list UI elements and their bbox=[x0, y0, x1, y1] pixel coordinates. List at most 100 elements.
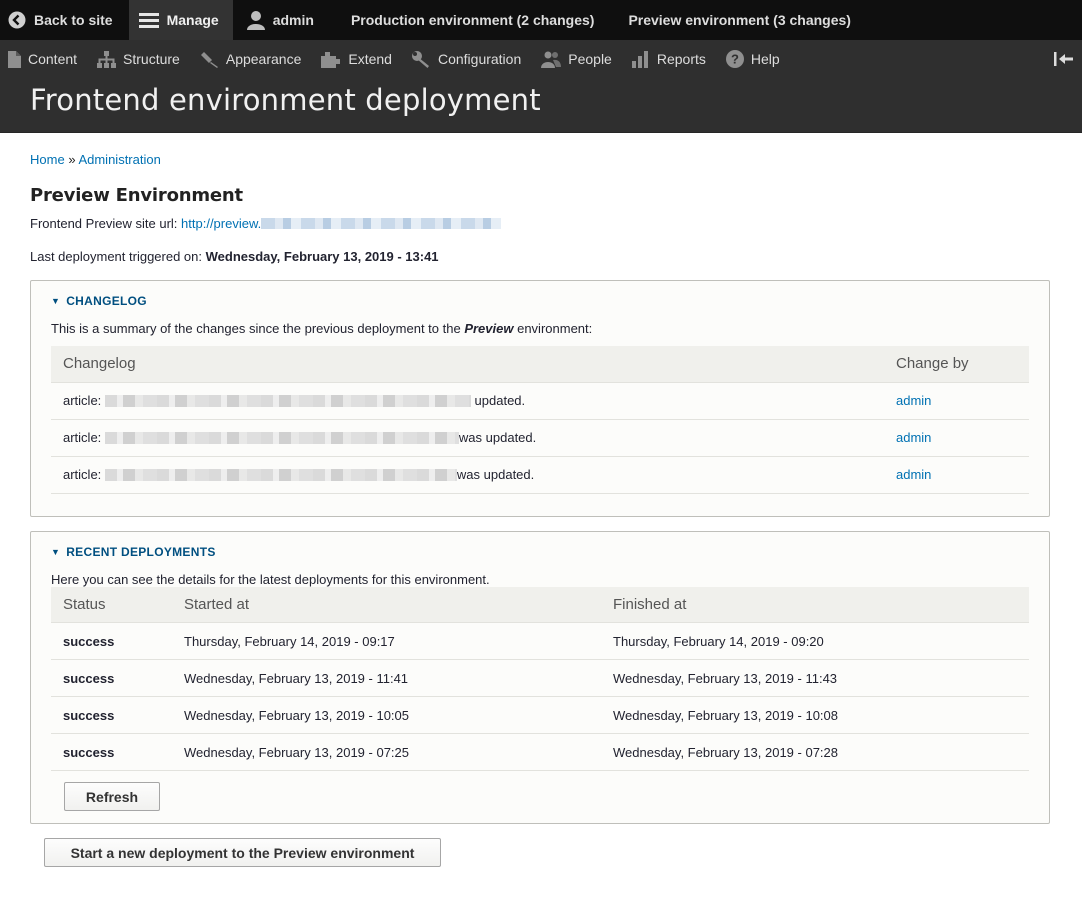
finished-at-cell: Wednesday, February 13, 2019 - 11:43 bbox=[601, 659, 1029, 697]
hamburger-icon bbox=[138, 12, 159, 28]
back-to-site-label: Back to site bbox=[34, 12, 113, 28]
tray-label: Appearance bbox=[225, 51, 302, 67]
table-row: article: was updated. admin bbox=[51, 419, 1029, 457]
last-deployment-label: Last deployment triggered on: bbox=[30, 249, 202, 264]
change-by-cell: admin bbox=[884, 419, 1029, 457]
tray-item-help[interactable]: ? Help bbox=[718, 50, 792, 68]
back-arrow-icon bbox=[8, 11, 26, 29]
breadcrumb: Home » Administration bbox=[30, 152, 1052, 167]
manage-tab[interactable]: Manage bbox=[128, 0, 233, 40]
tray-item-content[interactable]: Content bbox=[0, 50, 89, 68]
tray-item-people[interactable]: People bbox=[533, 51, 624, 68]
status-cell: success bbox=[51, 733, 172, 771]
started-at-cell: Wednesday, February 13, 2019 - 11:41 bbox=[172, 659, 601, 697]
column-header-change-by: Change by bbox=[884, 346, 1029, 383]
column-header-started-at: Started at bbox=[172, 586, 601, 623]
bar-chart-icon bbox=[631, 50, 650, 68]
site-url-line: Frontend Preview site url: http://previe… bbox=[30, 216, 1052, 231]
changelog-prefix: article: bbox=[63, 467, 102, 482]
tray-label: Extend bbox=[348, 51, 392, 67]
table-row: success Wednesday, February 13, 2019 - 1… bbox=[51, 659, 1029, 697]
description-env: Preview bbox=[464, 321, 514, 336]
manage-label: Manage bbox=[166, 12, 219, 28]
tray-label: Structure bbox=[123, 51, 180, 67]
change-by-cell: admin bbox=[884, 456, 1029, 494]
table-row: success Thursday, February 14, 2019 - 09… bbox=[51, 622, 1029, 660]
changelog-suffix: was updated. bbox=[458, 430, 537, 445]
changelog-cell: article: was updated. bbox=[51, 456, 884, 494]
last-deployment-line: Last deployment triggered on: Wednesday,… bbox=[30, 249, 1052, 264]
status-cell: success bbox=[51, 622, 172, 660]
started-at-cell: Thursday, February 14, 2019 - 09:17 bbox=[172, 622, 601, 660]
paintbrush-icon bbox=[200, 51, 219, 68]
changelog-details: ▼ CHANGELOG This is a summary of the cha… bbox=[30, 280, 1050, 517]
finished-at-cell: Wednesday, February 13, 2019 - 10:08 bbox=[601, 696, 1029, 734]
tray-item-extend[interactable]: Extend bbox=[313, 51, 404, 68]
preview-site-url-link[interactable]: http://preview. bbox=[181, 216, 502, 231]
changelog-summary-label: CHANGELOG bbox=[66, 294, 147, 308]
changelog-prefix: article: bbox=[63, 430, 102, 445]
start-deployment-button[interactable]: Start a new deployment to the Preview en… bbox=[44, 838, 441, 867]
production-environment-label: Production environment (2 changes) bbox=[350, 12, 595, 28]
deployments-table: Status Started at Finished at success Th… bbox=[51, 586, 1029, 771]
user-link[interactable]: admin bbox=[896, 467, 931, 482]
recent-deployments-details: ▼ RECENT DEPLOYMENTS Here you can see th… bbox=[30, 530, 1050, 824]
tray-item-reports[interactable]: Reports bbox=[624, 50, 718, 68]
redacted-title bbox=[104, 395, 471, 407]
breadcrumb-separator: » bbox=[68, 152, 76, 167]
changelog-prefix: article: bbox=[63, 393, 102, 408]
changelog-summary-toggle[interactable]: ▼ CHANGELOG bbox=[51, 281, 1029, 321]
page-header: Frontend environment deployment bbox=[0, 78, 1082, 133]
people-icon bbox=[541, 51, 562, 68]
main-content: Home » Administration Preview Environmen… bbox=[0, 133, 1082, 867]
changelog-suffix: was updated. bbox=[456, 467, 535, 482]
finished-at-cell: Wednesday, February 13, 2019 - 07:28 bbox=[601, 733, 1029, 771]
tray-label: Reports bbox=[656, 51, 706, 67]
column-header-finished-at: Finished at bbox=[601, 586, 1029, 623]
changelog-cell: article: was updated. bbox=[51, 419, 884, 457]
tray-label: Content bbox=[28, 51, 78, 67]
user-link[interactable]: admin bbox=[896, 393, 931, 408]
file-icon bbox=[8, 50, 21, 68]
tray-item-structure[interactable]: Structure bbox=[89, 50, 192, 68]
user-tab[interactable]: admin bbox=[233, 0, 334, 40]
user-link[interactable]: admin bbox=[896, 430, 931, 445]
changelog-table: Changelog Change by article: updated. ad… bbox=[51, 346, 1029, 494]
redacted-title bbox=[104, 432, 459, 444]
tray-item-appearance[interactable]: Appearance bbox=[192, 51, 314, 68]
tray-label: Configuration bbox=[437, 51, 522, 67]
recent-deployments-summary-toggle[interactable]: ▼ RECENT DEPLOYMENTS bbox=[51, 532, 1029, 572]
refresh-button[interactable]: Refresh bbox=[64, 782, 160, 811]
last-deployment-value: Wednesday, February 13, 2019 - 13:41 bbox=[205, 249, 439, 264]
redacted-title bbox=[104, 469, 457, 481]
description-text: This is a summary of the changes since t… bbox=[51, 321, 465, 336]
table-row: success Wednesday, February 13, 2019 - 0… bbox=[51, 733, 1029, 771]
puzzle-icon bbox=[321, 51, 341, 68]
table-row: success Wednesday, February 13, 2019 - 1… bbox=[51, 696, 1029, 734]
triangle-down-icon: ▼ bbox=[51, 296, 61, 306]
preview-environment-tab[interactable]: Preview environment (3 changes) bbox=[611, 0, 868, 40]
triangle-down-icon: ▼ bbox=[51, 546, 61, 557]
description-text: environment: bbox=[513, 321, 593, 336]
user-label: admin bbox=[272, 12, 314, 28]
column-header-status: Status bbox=[51, 586, 172, 623]
site-url-prefix: http://preview. bbox=[181, 216, 262, 231]
tray-item-configuration[interactable]: Configuration bbox=[404, 50, 533, 68]
change-by-cell: admin bbox=[884, 382, 1029, 420]
collapse-tray-icon[interactable] bbox=[1054, 51, 1074, 70]
changelog-description: This is a summary of the changes since t… bbox=[51, 321, 1029, 336]
breadcrumb-home[interactable]: Home bbox=[30, 152, 65, 167]
production-environment-tab[interactable]: Production environment (2 changes) bbox=[334, 0, 611, 40]
status-cell: success bbox=[51, 696, 172, 734]
back-to-site-link[interactable]: Back to site bbox=[0, 0, 129, 40]
user-icon bbox=[246, 10, 265, 30]
recent-deployments-summary-label: RECENT DEPLOYMENTS bbox=[66, 544, 216, 559]
wrench-icon bbox=[411, 50, 431, 68]
page-title: Frontend environment deployment bbox=[30, 83, 541, 117]
breadcrumb-administration[interactable]: Administration bbox=[78, 152, 160, 167]
table-row: article: updated. admin bbox=[51, 382, 1029, 420]
admin-toolbar: Back to site Manage admin Production env… bbox=[0, 0, 1082, 40]
status-cell: success bbox=[51, 659, 172, 697]
redacted-url bbox=[261, 218, 502, 229]
preview-environment-label: Preview environment (3 changes) bbox=[628, 12, 851, 28]
